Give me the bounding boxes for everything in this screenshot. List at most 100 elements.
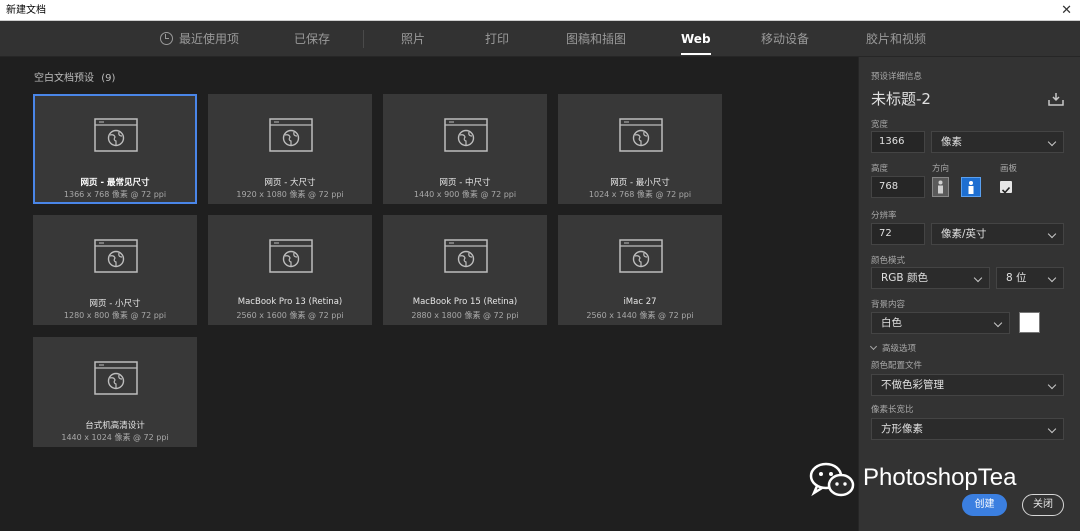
width-unit-select[interactable]: 像素 — [931, 131, 1064, 153]
create-button[interactable]: 创建 — [962, 494, 1007, 516]
close-icon[interactable]: ✕ — [1061, 0, 1072, 21]
preset-spec: 1280 x 800 像素 @ 72 ppi — [63, 311, 167, 320]
details-header: 预设详细信息 — [871, 72, 923, 82]
color-mode-select[interactable]: RGB 颜色 — [871, 267, 990, 289]
color-mode-label: 颜色模式 — [871, 256, 906, 266]
tab-label: 已保存 — [294, 32, 331, 46]
orientation-label: 方向 — [932, 164, 950, 174]
preset-area: 空白文档预设 (9) 网页 - 最常见尺寸 1366 x 768 像素 @ 72… — [0, 57, 858, 531]
tab-label: Web — [681, 32, 711, 46]
tab-art-illustration[interactable]: 图稿和插图 — [566, 21, 626, 57]
preset-card[interactable]: 网页 - 小尺寸 1280 x 800 像素 @ 72 ppi — [33, 215, 197, 325]
preset-card[interactable]: 网页 - 最常见尺寸 1366 x 768 像素 @ 72 ppi — [33, 94, 197, 204]
tab-label: 图稿和插图 — [566, 32, 627, 46]
landscape-orientation-icon[interactable] — [961, 177, 981, 197]
window-title: 新建文档 — [6, 5, 46, 16]
tab-label: 最近使用项 — [179, 32, 240, 46]
preset-name: 网页 - 中尺寸 — [439, 178, 491, 188]
preset-card[interactable]: 网页 - 大尺寸 1920 x 1080 像素 @ 72 ppi — [208, 94, 372, 204]
background-select[interactable]: 白色 — [871, 312, 1010, 334]
tab-web[interactable]: Web — [681, 21, 711, 57]
close-button[interactable]: 关闭 — [1022, 494, 1064, 516]
preset-name: 台式机高清设计 — [85, 421, 145, 431]
chevron-down-icon — [993, 318, 1003, 328]
preset-name: 网页 - 小尺寸 — [89, 299, 141, 309]
preset-section-title: 空白文档预设 (9) — [34, 73, 116, 84]
web-page-icon — [269, 118, 313, 152]
web-page-icon — [444, 239, 488, 273]
preset-card[interactable]: MacBook Pro 13 (Retina) 2560 x 1600 像素 @… — [208, 215, 372, 325]
preset-spec: 2560 x 1600 像素 @ 72 ppi — [236, 311, 344, 320]
background-color-swatch[interactable] — [1019, 312, 1040, 333]
color-profile-label: 颜色配置文件 — [871, 361, 923, 371]
pixel-aspect-select[interactable]: 方形像素 — [871, 418, 1064, 440]
tab-label: 照片 — [401, 32, 426, 46]
chevron-down-icon — [973, 273, 983, 283]
preset-name: MacBook Pro 15 (Retina) — [412, 297, 518, 307]
preset-name: 网页 - 大尺寸 — [264, 178, 316, 188]
preset-spec: 1440 x 1024 像素 @ 72 ppi — [61, 433, 169, 442]
preset-name: 网页 - 最小尺寸 — [610, 178, 670, 188]
tab-recent[interactable]: 最近使用项 — [160, 21, 239, 57]
tab-divider — [363, 30, 364, 48]
preset-spec: 1920 x 1080 像素 @ 72 ppi — [236, 190, 344, 199]
tab-mobile[interactable]: 移动设备 — [761, 21, 809, 57]
preset-card[interactable]: iMac 27 2560 x 1440 像素 @ 72 ppi — [558, 215, 722, 325]
artboard-label: 画板 — [1000, 164, 1018, 174]
bit-depth-select[interactable]: 8 位 — [996, 267, 1064, 289]
tab-film-video[interactable]: 胶片和视频 — [866, 21, 926, 57]
background-label: 背景内容 — [871, 300, 906, 310]
window-titlebar: 新建文档 ✕ — [0, 0, 1080, 21]
color-profile-select[interactable]: 不做色彩管理 — [871, 374, 1064, 396]
width-field[interactable]: 1366 — [871, 131, 925, 153]
tab-print[interactable]: 打印 — [485, 21, 509, 57]
clock-icon — [160, 32, 173, 45]
web-page-icon — [94, 361, 138, 395]
height-field[interactable]: 768 — [871, 176, 925, 198]
portrait-orientation-icon[interactable] — [932, 177, 949, 197]
advanced-options-toggle[interactable]: 高级选项 — [869, 342, 916, 354]
resolution-label: 分辨率 — [871, 211, 897, 221]
preset-spec: 2560 x 1440 像素 @ 72 ppi — [586, 311, 694, 320]
resolution-field[interactable]: 72 — [871, 223, 925, 245]
preset-spec: 1024 x 768 像素 @ 72 ppi — [588, 190, 692, 199]
wechat-icon — [809, 462, 855, 497]
web-page-icon — [619, 118, 663, 152]
tab-label: 胶片和视频 — [866, 32, 927, 46]
height-label: 高度 — [871, 164, 889, 174]
preset-spec: 1366 x 768 像素 @ 72 ppi — [63, 190, 167, 199]
chevron-down-icon — [1047, 380, 1057, 390]
tab-label: 移动设备 — [761, 32, 810, 46]
wechat-watermark: PhotoshopTea — [808, 460, 1048, 500]
chevron-down-icon — [1047, 424, 1057, 434]
watermark-text: PhotoshopTea — [863, 464, 1017, 491]
preset-card[interactable]: 网页 - 最小尺寸 1024 x 768 像素 @ 72 ppi — [558, 94, 722, 204]
tab-photo[interactable]: 照片 — [401, 21, 425, 57]
tab-saved[interactable]: 已保存 — [294, 21, 330, 57]
preset-spec: 2880 x 1800 像素 @ 72 ppi — [411, 311, 519, 320]
save-preset-icon[interactable] — [1048, 92, 1064, 106]
chevron-down-icon — [1047, 229, 1057, 239]
web-page-icon — [269, 239, 313, 273]
pixel-aspect-label: 像素长宽比 — [871, 405, 914, 415]
preset-card[interactable]: 网页 - 中尺寸 1440 x 900 像素 @ 72 ppi — [383, 94, 547, 204]
chevron-down-icon — [1047, 273, 1057, 283]
preset-name: MacBook Pro 13 (Retina) — [237, 297, 343, 307]
artboard-checkbox[interactable] — [1000, 181, 1012, 194]
tab-label: 打印 — [485, 32, 510, 46]
preset-card[interactable]: MacBook Pro 15 (Retina) 2880 x 1800 像素 @… — [383, 215, 547, 325]
web-page-icon — [94, 239, 138, 273]
chevron-down-icon — [869, 342, 878, 351]
checkmark-icon — [1001, 186, 1011, 194]
resolution-unit-select[interactable]: 像素/英寸 — [931, 223, 1064, 245]
web-page-icon — [619, 239, 663, 273]
document-name[interactable]: 未标题-2 — [871, 88, 931, 109]
preset-spec: 1440 x 900 像素 @ 72 ppi — [413, 190, 517, 199]
category-tabs: 最近使用项 已保存 照片 打印 图稿和插图 Web 移动设备 胶片和视频 — [0, 21, 1080, 57]
chevron-down-icon — [1047, 137, 1057, 147]
width-label: 宽度 — [871, 120, 889, 130]
preset-name: 网页 - 最常见尺寸 — [80, 178, 150, 188]
web-page-icon — [94, 118, 138, 152]
preset-card[interactable]: 台式机高清设计 1440 x 1024 像素 @ 72 ppi — [33, 337, 197, 447]
preset-count: (9) — [101, 73, 116, 84]
